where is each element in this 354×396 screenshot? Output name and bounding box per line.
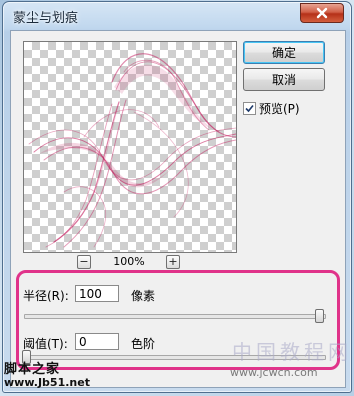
radius-slider[interactable] [24,314,326,319]
zoom-controls: − 100% + [23,255,235,271]
watermark-jb51-url: www.Jb51.net [4,376,90,389]
preview-toggle[interactable]: 预览(P) [243,100,300,117]
radius-slider-thumb[interactable] [315,309,324,323]
radius-input[interactable]: 100 [75,285,119,302]
zoom-out-button[interactable]: − [77,255,91,269]
ok-button[interactable]: 确定 [243,41,325,64]
watermark-jcwcn-logo: 中国教程网 [232,340,352,364]
watermark-jb51-logo: 脚本之家 [4,362,61,377]
dialog-title: 蒙尘与划痕 [13,11,79,26]
filter-preview[interactable] [23,41,237,253]
dialog-body: − 100% + 确定 取消 预览(P) 半径(R): 100 像素 阈值(T)… [10,30,346,388]
zoom-level: 100% [113,255,145,268]
watermark-jcwcn-url: www.jcwcn.com [230,366,318,379]
cancel-button[interactable]: 取消 [243,68,325,91]
threshold-input[interactable]: 0 [75,333,119,350]
threshold-unit: 色阶 [131,337,156,351]
preview-label: 预览(P) [259,102,300,116]
checkmark-icon [245,104,254,113]
preview-checkbox[interactable] [243,102,256,115]
dialog-window: 蒙尘与划痕 − 100% + 确定 取消 预览(P) 半径(R): 100 像素… [2,1,352,393]
close-icon [316,7,328,19]
radius-unit: 像素 [131,289,156,303]
close-button[interactable] [300,3,344,23]
zoom-in-button[interactable]: + [166,255,180,269]
radius-label: 半径(R): [23,289,69,303]
preview-image [28,53,236,248]
